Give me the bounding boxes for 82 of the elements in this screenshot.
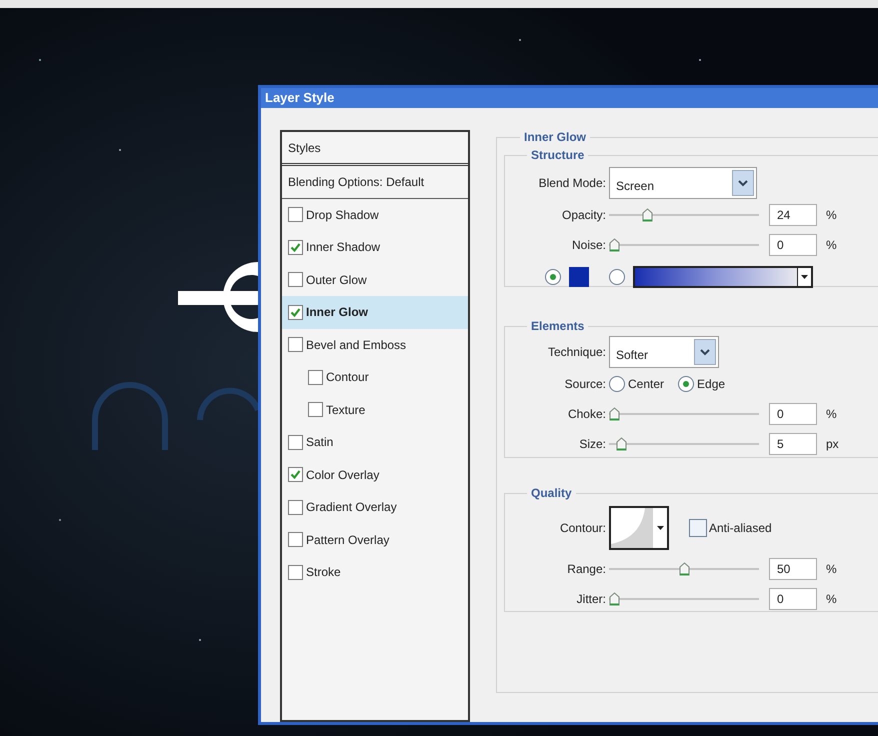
style-item[interactable]: Drop Shadow — [282, 198, 468, 231]
unit-label: % — [826, 561, 837, 578]
unit-label: % — [826, 591, 837, 608]
field-label: Technique: — [546, 344, 607, 361]
slider-thumb[interactable] — [609, 238, 620, 252]
slider-track[interactable] — [609, 208, 759, 222]
checkbox[interactable] — [288, 272, 303, 288]
field-label: Noise: — [570, 237, 607, 254]
group-title: Quality — [530, 485, 573, 502]
radio-button[interactable] — [545, 269, 561, 285]
caret-icon — [801, 275, 808, 279]
number-field[interactable]: 24 — [769, 204, 817, 226]
dropdown[interactable]: Softer — [609, 336, 719, 368]
checkbox[interactable] — [288, 532, 303, 548]
slider-thumb[interactable] — [609, 407, 620, 421]
unit-label: % — [826, 207, 837, 224]
radio-button[interactable] — [678, 376, 694, 392]
number-field[interactable]: 50 — [769, 558, 817, 580]
unit-label: px — [826, 436, 839, 453]
chevron-down-icon — [738, 180, 748, 186]
number-field[interactable]: 5 — [769, 433, 817, 455]
field-label: Source: — [564, 376, 607, 393]
radio-button[interactable] — [609, 376, 625, 392]
unit-label: % — [826, 406, 837, 423]
style-item[interactable]: Texture — [282, 394, 468, 426]
chevron-down-icon — [700, 348, 710, 356]
field-label: Blend Mode: — [538, 175, 607, 192]
window-title: Layer Style — [265, 89, 334, 108]
slider-track[interactable] — [609, 562, 759, 576]
checkbox[interactable] — [288, 337, 303, 352]
style-item[interactable]: Contour — [282, 361, 468, 394]
group-title: Inner Glow — [523, 129, 588, 146]
checkbox-label: Anti-aliased — [709, 520, 772, 537]
checkbox[interactable] — [689, 519, 707, 537]
field-label: Opacity: — [560, 207, 607, 224]
unit-label: % — [826, 237, 837, 254]
option-label: Center — [628, 376, 664, 393]
style-item[interactable]: Pattern Overlay — [282, 524, 468, 556]
checkbox[interactable] — [288, 467, 303, 482]
field-label: Range: — [566, 561, 607, 578]
style-item[interactable]: Outer Glow — [282, 264, 468, 296]
checkbox[interactable] — [308, 370, 323, 385]
style-item[interactable]: Satin — [282, 426, 468, 458]
field-label: Jitter: — [576, 591, 607, 608]
style-item[interactable]: Blending Options: Default — [282, 166, 468, 198]
style-item[interactable]: Inner Glow — [282, 296, 468, 328]
style-item[interactable]: Stroke — [282, 556, 468, 588]
slider-track[interactable] — [609, 592, 759, 606]
field-label: Size: — [578, 436, 607, 453]
color-swatch[interactable] — [569, 267, 589, 287]
slider-track[interactable] — [609, 238, 759, 252]
slider-thumb[interactable] — [616, 437, 627, 451]
field-label: Choke: — [566, 406, 607, 423]
number-field[interactable]: 0 — [769, 234, 817, 256]
styles-header: Styles — [282, 132, 468, 166]
checkbox[interactable] — [288, 564, 303, 580]
style-item[interactable]: Inner Shadow — [282, 231, 468, 264]
style-item[interactable]: Gradient Overlay — [282, 491, 468, 524]
number-field[interactable]: 0 — [769, 403, 817, 425]
field-label: Contour: — [558, 520, 607, 537]
slider-thumb[interactable] — [678, 562, 690, 576]
gradient-picker[interactable] — [633, 266, 813, 288]
slider-thumb[interactable] — [642, 208, 654, 222]
dropdown[interactable]: Screen — [609, 167, 757, 199]
checkbox[interactable] — [288, 207, 303, 222]
number-field[interactable]: 0 — [769, 588, 817, 610]
style-item[interactable]: Color Overlay — [282, 458, 468, 491]
checkbox[interactable] — [288, 240, 303, 255]
slider-thumb[interactable] — [609, 592, 620, 606]
radio-button[interactable] — [609, 269, 625, 285]
slider-track[interactable] — [609, 437, 759, 451]
checkbox[interactable] — [288, 304, 303, 320]
slider-track[interactable] — [609, 407, 759, 421]
caret-icon — [656, 526, 664, 530]
group-title: Elements — [530, 318, 586, 335]
checkbox[interactable] — [288, 434, 303, 450]
contour-picker[interactable] — [609, 506, 669, 550]
option-label: Edge — [697, 376, 726, 393]
style-item[interactable]: Bevel and Emboss — [282, 328, 468, 361]
checkbox[interactable] — [288, 500, 303, 515]
group-title: Structure — [530, 147, 586, 164]
checkbox[interactable] — [308, 402, 323, 418]
